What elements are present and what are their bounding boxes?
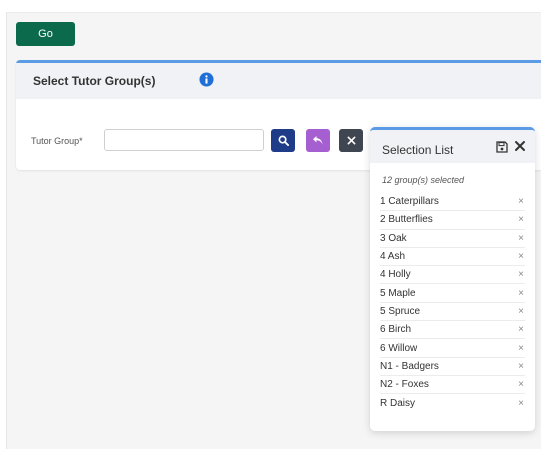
list-item: 4 Ash ×: [380, 248, 525, 267]
remove-x-icon[interactable]: ×: [518, 343, 525, 354]
list-item-label: 4 Holly: [380, 269, 411, 281]
selection-list-popup: Selection List 12 group(s) selected 1 Ca…: [370, 127, 535, 431]
tutor-group-input[interactable]: [104, 129, 264, 151]
remove-x-icon[interactable]: ×: [518, 306, 525, 317]
close-icon[interactable]: [513, 139, 527, 153]
selected-count: 12 group(s) selected: [382, 175, 465, 185]
search-icon: [278, 135, 289, 146]
list-item: 2 Butterflies ×: [380, 211, 525, 230]
remove-x-icon[interactable]: ×: [518, 269, 525, 280]
remove-x-icon[interactable]: ×: [518, 251, 525, 262]
list-item-label: 5 Maple: [380, 287, 416, 299]
close-icon: [347, 136, 355, 145]
clear-button[interactable]: [339, 129, 363, 152]
selection-list-title: Selection List: [382, 143, 454, 157]
undo-arrow-icon: [313, 136, 323, 145]
selection-list-header: Selection List: [370, 130, 535, 163]
list-item-label: N1 - Badgers: [380, 360, 439, 372]
list-item: N1 - Badgers ×: [380, 358, 525, 376]
list-item-label: 6 Birch: [380, 324, 412, 336]
list-item: 5 Maple ×: [380, 284, 525, 303]
selection-list: 1 Caterpillars × 2 Butterflies × 3 Oak × 4 …: [380, 193, 525, 413]
remove-x-icon[interactable]: ×: [518, 288, 525, 299]
list-item: 4 Holly ×: [380, 266, 525, 285]
info-circle-icon[interactable]: [199, 72, 214, 87]
remove-x-icon[interactable]: ×: [518, 324, 525, 335]
remove-x-icon[interactable]: ×: [518, 361, 525, 372]
list-item: 6 Willow ×: [380, 339, 525, 358]
undo-button[interactable]: [306, 129, 330, 152]
remove-x-icon[interactable]: ×: [518, 214, 525, 225]
list-item-label: 1 Caterpillars: [380, 196, 439, 208]
list-item: 6 Birch ×: [380, 321, 525, 340]
search-button[interactable]: [271, 129, 295, 152]
tutor-group-label: Tutor Group*: [31, 136, 83, 146]
remove-x-icon[interactable]: ×: [518, 379, 525, 390]
list-item-label: R Daisy: [380, 397, 416, 409]
panel-header: Select Tutor Group(s): [16, 63, 541, 99]
list-item: 1 Caterpillars ×: [380, 193, 525, 212]
list-item: R Daisy ×: [380, 394, 525, 412]
save-icon[interactable]: [496, 141, 508, 153]
remove-x-icon[interactable]: ×: [518, 398, 525, 409]
remove-x-icon[interactable]: ×: [518, 196, 525, 207]
list-item-label: 6 Willow: [380, 342, 418, 354]
list-item-label: 3 Oak: [380, 232, 407, 244]
go-button[interactable]: Go: [16, 22, 75, 46]
list-item: N2 - Foxes ×: [380, 376, 525, 395]
list-item-label: 2 Butterflies: [380, 214, 433, 226]
list-item: 3 Oak ×: [380, 230, 525, 248]
panel-title: Select Tutor Group(s): [33, 74, 156, 88]
list-item-label: 4 Ash: [380, 251, 406, 263]
remove-x-icon[interactable]: ×: [518, 233, 525, 244]
list-item: 5 Spruce ×: [380, 303, 525, 322]
list-item-label: N2 - Foxes: [380, 379, 429, 391]
list-item-label: 5 Spruce: [380, 305, 421, 317]
